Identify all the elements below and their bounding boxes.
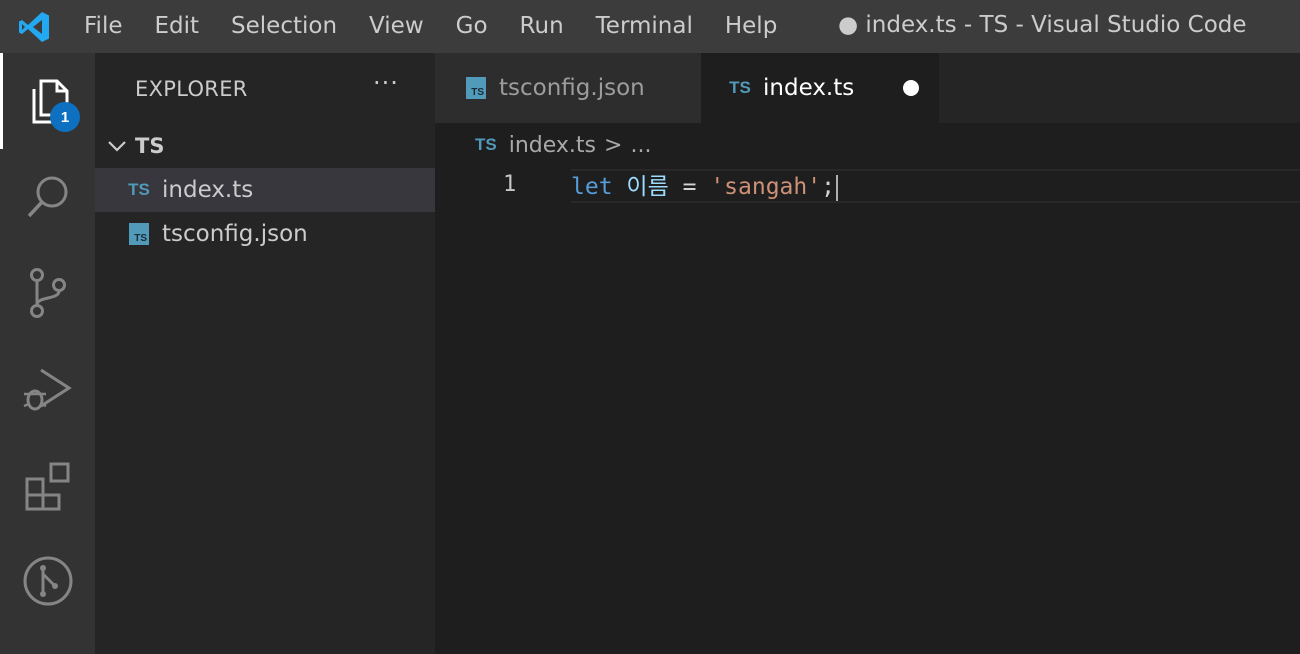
- activity-bar: 1: [0, 53, 95, 654]
- activity-run-debug[interactable]: [0, 341, 95, 437]
- folder-name: TS: [135, 134, 165, 158]
- typescript-icon-label: TS: [729, 78, 751, 97]
- window-title: ● index.ts - TS - Visual Studio Code: [838, 12, 1247, 38]
- breadcrumb-symbols[interactable]: ...: [630, 133, 651, 158]
- menu-bar: File Edit Selection View Go Run Terminal…: [68, 0, 793, 53]
- code-operator: =: [682, 174, 697, 200]
- more-actions-button[interactable]: ···: [373, 69, 399, 97]
- activity-explorer[interactable]: 1: [0, 53, 95, 149]
- source-control-icon: [29, 268, 66, 318]
- code-string: 'sangah': [710, 174, 822, 200]
- menu-view[interactable]: View: [353, 0, 440, 53]
- typescript-file-icon: TS: [126, 180, 152, 200]
- typescript-file-icon: TS: [727, 78, 753, 98]
- run-debug-icon: [23, 368, 72, 411]
- menu-edit[interactable]: Edit: [139, 0, 216, 53]
- file-item-tsconfig-json[interactable]: TS tsconfig.json: [95, 212, 435, 256]
- menu-terminal[interactable]: Terminal: [580, 0, 709, 53]
- code-line[interactable]: let 이름 = 'sangah';: [571, 170, 839, 204]
- typescript-icon-label: TS: [128, 180, 150, 199]
- title-bar: File Edit Selection View Go Run Terminal…: [0, 0, 1300, 53]
- breadcrumb-file[interactable]: index.ts: [509, 133, 596, 158]
- code-editor[interactable]: 1 let 이름 = 'sangah';: [435, 167, 1300, 654]
- extensions-icon: [25, 462, 69, 511]
- code-keyword: let: [571, 174, 613, 200]
- tsconfig-icon-label: TS: [129, 223, 149, 245]
- unsaved-dot-icon[interactable]: [903, 80, 919, 96]
- line-number: 1: [503, 172, 517, 197]
- activity-search[interactable]: [0, 149, 95, 245]
- menu-run[interactable]: Run: [504, 0, 580, 53]
- editor-tabs: TS tsconfig.json TS index.ts: [435, 53, 1300, 123]
- vscode-logo-icon: [0, 0, 68, 53]
- activity-extensions[interactable]: [0, 437, 95, 533]
- breadcrumb: TS index.ts > ...: [475, 123, 651, 167]
- menu-selection[interactable]: Selection: [215, 0, 353, 53]
- menu-help[interactable]: Help: [709, 0, 793, 53]
- tab-index-ts[interactable]: TS index.ts: [701, 53, 939, 123]
- tsconfig-file-icon: TS: [463, 77, 489, 99]
- text-cursor: [835, 174, 838, 201]
- file-name: tsconfig.json: [162, 221, 308, 247]
- tab-label: index.ts: [763, 75, 855, 101]
- git-graph-icon: [23, 556, 72, 606]
- chevron-down-icon: [108, 141, 126, 152]
- search-icon: [27, 176, 67, 218]
- explorer-sidebar: EXPLORER ··· TS TS index.ts TS tsconfig.…: [95, 53, 435, 654]
- tsconfig-file-icon: TS: [126, 223, 152, 245]
- typescript-file-icon: TS: [475, 135, 497, 154]
- menu-file[interactable]: File: [68, 0, 139, 53]
- file-name: index.ts: [162, 177, 254, 203]
- explorer-title: EXPLORER: [135, 77, 248, 101]
- explorer-badge: 1: [50, 102, 80, 132]
- chevron-right-icon: >: [604, 132, 623, 158]
- folder-ts[interactable]: TS: [95, 124, 435, 168]
- tsconfig-icon-label: TS: [466, 77, 486, 99]
- activity-git-graph[interactable]: [0, 533, 95, 629]
- tab-label: tsconfig.json: [499, 75, 645, 101]
- menu-go[interactable]: Go: [440, 0, 504, 53]
- tab-tsconfig-json[interactable]: TS tsconfig.json: [435, 53, 701, 123]
- code-variable: 이름: [626, 174, 669, 200]
- activity-source-control[interactable]: [0, 245, 95, 341]
- code-semicolon: ;: [821, 174, 835, 200]
- file-item-index-ts[interactable]: TS index.ts: [95, 168, 435, 212]
